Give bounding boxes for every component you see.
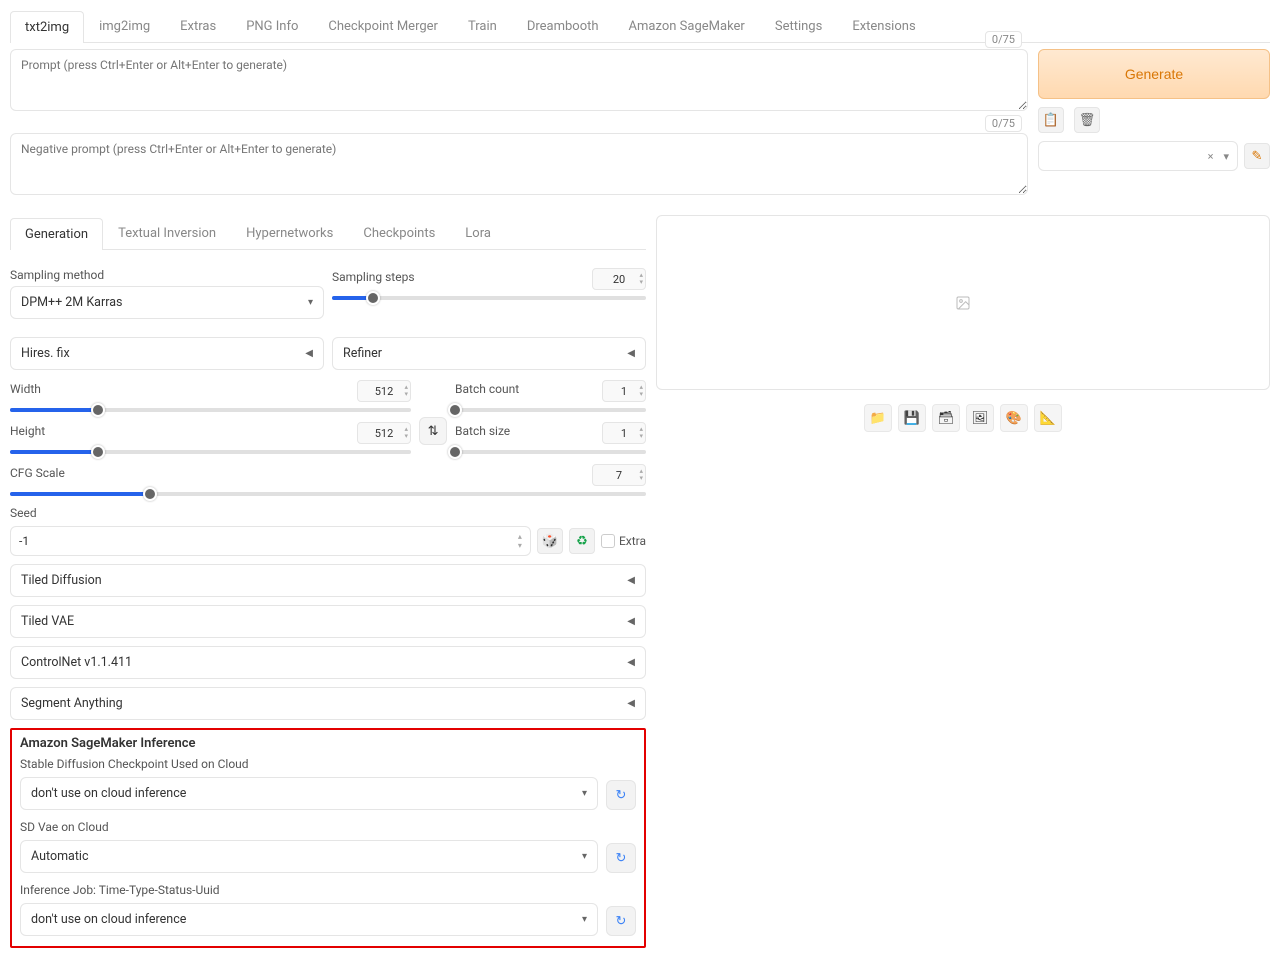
tool-button-2[interactable]: 🗃 bbox=[932, 404, 960, 432]
sub-tab-hypernetworks[interactable]: Hypernetworks bbox=[231, 217, 348, 249]
sampling-steps-input[interactable]: 20▴▾ bbox=[592, 268, 646, 290]
sm-vae-label: SD Vae on Cloud bbox=[20, 820, 636, 834]
accordion-tiled-diffusion[interactable]: Tiled Diffusion◀ bbox=[10, 564, 646, 597]
sagemaker-section: Amazon SageMaker Inference Stable Diffus… bbox=[10, 728, 646, 948]
caret-left-icon: ◀ bbox=[305, 348, 313, 359]
hires-fix-label: Hires. fix bbox=[21, 346, 70, 361]
height-label: Height bbox=[10, 424, 45, 438]
main-tab-txt2img[interactable]: txt2img bbox=[10, 11, 84, 43]
sampling-steps-label: Sampling steps bbox=[332, 270, 415, 284]
accordion-controlnet-v1-1-411[interactable]: ControlNet v1.1.411◀ bbox=[10, 646, 646, 679]
main-tab-amazon-sagemaker[interactable]: Amazon SageMaker bbox=[614, 10, 760, 42]
chevron-down-icon: ▾ bbox=[582, 914, 587, 925]
batch-size-input[interactable]: 1▴▾ bbox=[602, 422, 646, 444]
edit-styles-button[interactable]: ✎ bbox=[1244, 143, 1270, 169]
caret-left-icon: ◀ bbox=[627, 575, 635, 586]
batch-count-label: Batch count bbox=[455, 382, 519, 396]
output-preview bbox=[656, 215, 1270, 390]
sampling-steps-slider[interactable] bbox=[332, 296, 646, 300]
main-tab-settings[interactable]: Settings bbox=[760, 10, 837, 42]
image-icon bbox=[955, 295, 971, 311]
main-tab-png-info[interactable]: PNG Info bbox=[231, 10, 313, 42]
neg-prompt-counter: 0/75 bbox=[985, 115, 1022, 132]
main-tab-dreambooth[interactable]: Dreambooth bbox=[512, 10, 614, 42]
sub-tab-lora[interactable]: Lora bbox=[450, 217, 506, 249]
sm-job-value: don't use on cloud inference bbox=[31, 912, 186, 927]
sm-ckpt-refresh-button[interactable]: ↻ bbox=[606, 780, 636, 810]
seed-extra-label: Extra bbox=[619, 534, 646, 548]
sampling-method-label: Sampling method bbox=[10, 268, 324, 282]
sm-ckpt-select[interactable]: don't use on cloud inference ▾ bbox=[20, 777, 598, 810]
sub-tab-generation[interactable]: Generation bbox=[10, 218, 103, 250]
sm-job-select[interactable]: don't use on cloud inference ▾ bbox=[20, 903, 598, 936]
caret-left-icon: ◀ bbox=[627, 657, 635, 668]
caret-left-icon: ◀ bbox=[627, 616, 635, 627]
batch-count-slider[interactable] bbox=[455, 408, 646, 412]
clipboard-button[interactable]: 📋 bbox=[1038, 107, 1064, 133]
sub-tabs: GenerationTextual InversionHypernetworks… bbox=[10, 217, 646, 250]
accordion-tiled-vae[interactable]: Tiled VAE◀ bbox=[10, 605, 646, 638]
neg-prompt-input[interactable] bbox=[10, 133, 1028, 195]
accordion-segment-anything[interactable]: Segment Anything◀ bbox=[10, 687, 646, 720]
caret-left-icon: ◀ bbox=[627, 698, 635, 709]
batch-count-input[interactable]: 1▴▾ bbox=[602, 380, 646, 402]
main-tab-train[interactable]: Train bbox=[453, 10, 512, 42]
seed-reuse-button[interactable]: ♻ bbox=[569, 528, 595, 554]
chevron-down-icon: ▾ bbox=[582, 851, 587, 862]
sampling-method-value: DPM++ 2M Karras bbox=[21, 295, 122, 310]
hires-fix-accordion[interactable]: Hires. fix ◀ bbox=[10, 337, 324, 370]
height-input[interactable]: 512▴▾ bbox=[357, 422, 411, 444]
sm-vae-select[interactable]: Automatic ▾ bbox=[20, 840, 598, 873]
main-tab-extensions[interactable]: Extensions bbox=[837, 10, 930, 42]
sm-vae-refresh-button[interactable]: ↻ bbox=[606, 843, 636, 873]
cfg-label: CFG Scale bbox=[10, 466, 65, 480]
main-tabs: txt2imgimg2imgExtrasPNG InfoCheckpoint M… bbox=[10, 10, 1270, 43]
batch-size-slider[interactable] bbox=[455, 450, 646, 454]
refiner-accordion[interactable]: Refiner ◀ bbox=[332, 337, 646, 370]
swap-wh-button[interactable]: ⇅ bbox=[419, 417, 447, 445]
main-tab-checkpoint-merger[interactable]: Checkpoint Merger bbox=[313, 10, 453, 42]
checkbox-icon bbox=[601, 534, 615, 548]
tool-button-5[interactable]: 📐 bbox=[1034, 404, 1062, 432]
sm-ckpt-value: don't use on cloud inference bbox=[31, 786, 186, 801]
prompt-counter: 0/75 bbox=[985, 31, 1022, 48]
sub-tab-checkpoints[interactable]: Checkpoints bbox=[348, 217, 450, 249]
sm-job-refresh-button[interactable]: ↻ bbox=[606, 906, 636, 936]
tool-button-1[interactable]: 💾 bbox=[898, 404, 926, 432]
batch-size-label: Batch size bbox=[455, 424, 510, 438]
sm-ckpt-label: Stable Diffusion Checkpoint Used on Clou… bbox=[20, 757, 636, 771]
refiner-label: Refiner bbox=[343, 346, 382, 361]
chevron-down-icon: ▾ bbox=[1223, 150, 1229, 163]
sagemaker-title: Amazon SageMaker Inference bbox=[20, 736, 636, 751]
sub-tab-textual-inversion[interactable]: Textual Inversion bbox=[103, 217, 231, 249]
chevron-down-icon: ▾ bbox=[582, 788, 587, 799]
width-input[interactable]: 512▴▾ bbox=[357, 380, 411, 402]
sm-vae-value: Automatic bbox=[31, 849, 89, 864]
width-label: Width bbox=[10, 382, 41, 396]
styles-clear-icon[interactable]: × bbox=[1208, 150, 1214, 163]
tool-button-0[interactable]: 📁 bbox=[864, 404, 892, 432]
styles-select[interactable]: × ▾ bbox=[1038, 141, 1238, 171]
seed-value: -1 bbox=[19, 534, 29, 548]
generate-button[interactable]: Generate bbox=[1038, 49, 1270, 99]
seed-extra-toggle[interactable]: Extra bbox=[601, 534, 646, 548]
main-tab-img2img[interactable]: img2img bbox=[84, 10, 165, 42]
main-tab-extras[interactable]: Extras bbox=[165, 10, 231, 42]
sampling-method-select[interactable]: DPM++ 2M Karras ▾ bbox=[10, 286, 324, 319]
prompt-input[interactable] bbox=[10, 49, 1028, 111]
seed-random-button[interactable]: 🎲 bbox=[537, 528, 563, 554]
cfg-slider[interactable] bbox=[10, 492, 646, 496]
tool-button-4[interactable]: 🎨 bbox=[1000, 404, 1028, 432]
seed-input[interactable]: -1 ▴▾ bbox=[10, 526, 531, 556]
output-toolbar: 📁💾🗃🖼🎨📐 bbox=[656, 404, 1270, 432]
chevron-down-icon: ▾ bbox=[308, 297, 313, 308]
tool-button-3[interactable]: 🖼 bbox=[966, 404, 994, 432]
cfg-input[interactable]: 7▴▾ bbox=[592, 464, 646, 486]
height-slider[interactable] bbox=[10, 450, 411, 454]
trash-button[interactable]: 🗑 bbox=[1074, 107, 1100, 133]
caret-left-icon: ◀ bbox=[627, 348, 635, 359]
seed-label: Seed bbox=[10, 506, 646, 520]
sm-job-label: Inference Job: Time-Type-Status-Uuid bbox=[20, 883, 636, 897]
width-slider[interactable] bbox=[10, 408, 411, 412]
